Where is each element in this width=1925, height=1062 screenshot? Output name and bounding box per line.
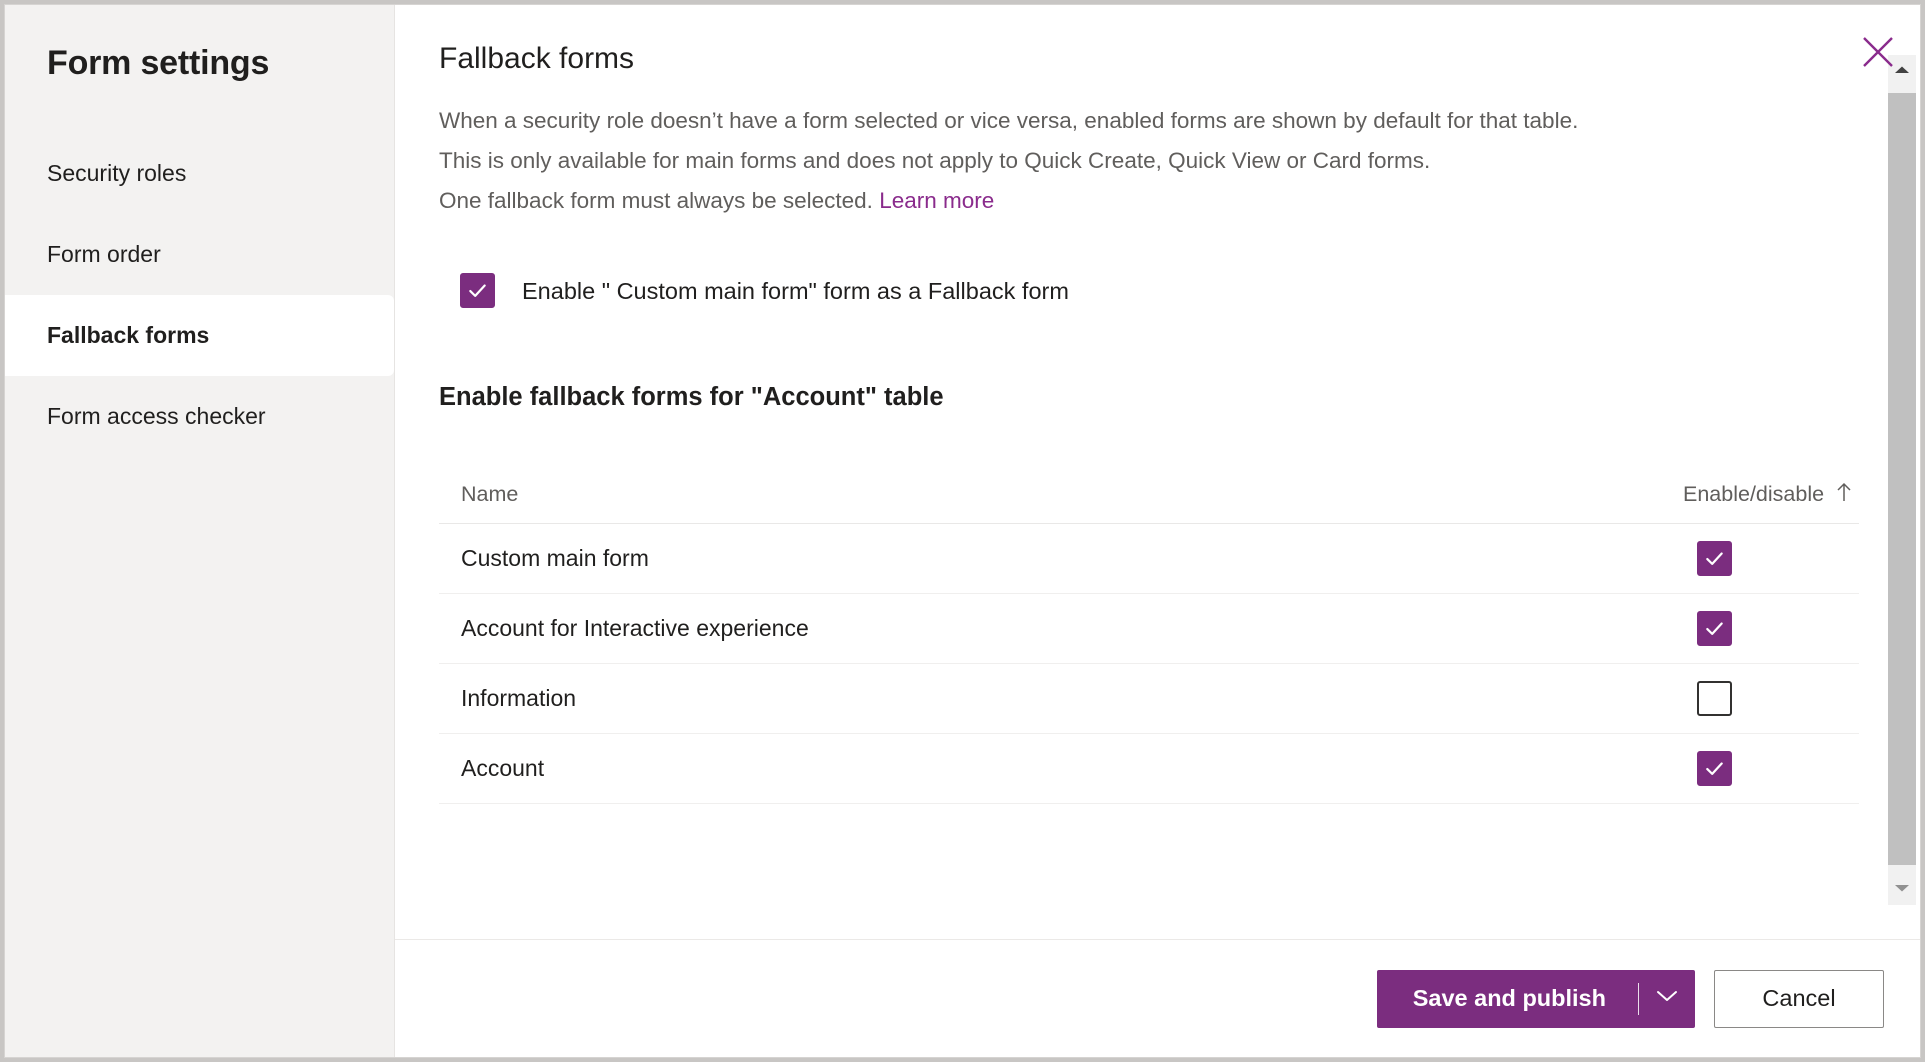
form-enable-checkbox[interactable] bbox=[1697, 681, 1732, 716]
sidebar-item-form-order[interactable]: Form order bbox=[5, 214, 394, 295]
form-name: Custom main form bbox=[461, 545, 1529, 572]
table-row[interactable]: Account bbox=[439, 734, 1859, 804]
fallback-forms-table: Name Enable/disable Custom main form bbox=[439, 466, 1859, 804]
learn-more-link[interactable]: Learn more bbox=[879, 188, 994, 213]
table-row[interactable]: Custom main form bbox=[439, 524, 1859, 594]
form-enable-cell bbox=[1529, 751, 1859, 786]
form-enable-cell bbox=[1529, 681, 1859, 716]
form-enable-checkbox[interactable] bbox=[1697, 751, 1732, 786]
dialog-footer: Save and publish Cancel bbox=[395, 939, 1920, 1057]
save-and-publish-split-button[interactable]: Save and publish bbox=[1377, 970, 1695, 1028]
sidebar-item-label: Form order bbox=[47, 241, 161, 268]
split-button-divider bbox=[1638, 983, 1639, 1015]
save-and-publish-button[interactable]: Save and publish bbox=[1377, 970, 1638, 1028]
sort-ascending-arrow-icon bbox=[1835, 481, 1853, 509]
table-row[interactable]: Information bbox=[439, 664, 1859, 734]
scrollbar-down-button[interactable] bbox=[1888, 873, 1916, 905]
fallback-toggle-row: Enable " Custom main form" form as a Fal… bbox=[460, 273, 1860, 308]
form-name: Information bbox=[461, 685, 1529, 712]
sidebar-item-form-access-checker[interactable]: Form access checker bbox=[5, 376, 394, 457]
column-header-name[interactable]: Name bbox=[461, 482, 1529, 507]
sidebar-item-security-roles[interactable]: Security roles bbox=[5, 133, 394, 214]
content: Fallback forms When a security role does… bbox=[395, 39, 1920, 804]
description-line-2: This is only available for main forms an… bbox=[439, 141, 1860, 181]
close-button[interactable] bbox=[1850, 27, 1906, 79]
sidebar: Form settings Security roles Form order … bbox=[5, 5, 395, 1057]
form-enable-cell bbox=[1529, 541, 1859, 576]
main-panel: Fallback forms When a security role does… bbox=[395, 5, 1920, 1057]
vertical-scrollbar[interactable] bbox=[1888, 55, 1916, 905]
table-header-row: Name Enable/disable bbox=[439, 466, 1859, 524]
description-line-1: When a security role doesn’t have a form… bbox=[439, 101, 1860, 141]
column-header-enable-disable-label: Enable/disable bbox=[1683, 482, 1824, 507]
scrollable-content-region: Fallback forms When a security role does… bbox=[395, 5, 1920, 939]
close-icon bbox=[1861, 35, 1895, 72]
sidebar-nav: Security roles Form order Fallback forms… bbox=[5, 133, 394, 457]
sidebar-item-label: Security roles bbox=[47, 160, 186, 187]
table-section-heading: Enable fallback forms for "Account" tabl… bbox=[439, 380, 1860, 414]
page-title: Form settings bbox=[5, 41, 394, 85]
chevron-down-icon bbox=[1656, 989, 1678, 1008]
sidebar-item-fallback-forms[interactable]: Fallback forms bbox=[5, 295, 394, 376]
scroll-down-arrow-icon bbox=[1894, 880, 1910, 898]
form-enable-checkbox[interactable] bbox=[1697, 541, 1732, 576]
form-name: Account bbox=[461, 755, 1529, 782]
form-enable-checkbox[interactable] bbox=[1697, 611, 1732, 646]
sidebar-item-label: Form access checker bbox=[47, 403, 266, 430]
cancel-button[interactable]: Cancel bbox=[1714, 970, 1884, 1028]
sidebar-item-label: Fallback forms bbox=[47, 322, 209, 349]
scrollbar-thumb[interactable] bbox=[1888, 93, 1916, 865]
form-enable-cell bbox=[1529, 611, 1859, 646]
form-settings-dialog: Form settings Security roles Form order … bbox=[4, 4, 1921, 1058]
fallback-form-checkbox-label: Enable " Custom main form" form as a Fal… bbox=[522, 274, 1069, 308]
form-name: Account for Interactive experience bbox=[461, 615, 1529, 642]
save-and-publish-dropdown-button[interactable] bbox=[1639, 970, 1695, 1028]
column-header-enable-disable[interactable]: Enable/disable bbox=[1529, 481, 1859, 509]
description-line-3-text: One fallback form must always be selecte… bbox=[439, 188, 873, 213]
description-line-3: One fallback form must always be selecte… bbox=[439, 181, 1860, 221]
table-row[interactable]: Account for Interactive experience bbox=[439, 594, 1859, 664]
fallback-form-checkbox[interactable] bbox=[460, 273, 495, 308]
panel-title: Fallback forms bbox=[439, 39, 1860, 79]
